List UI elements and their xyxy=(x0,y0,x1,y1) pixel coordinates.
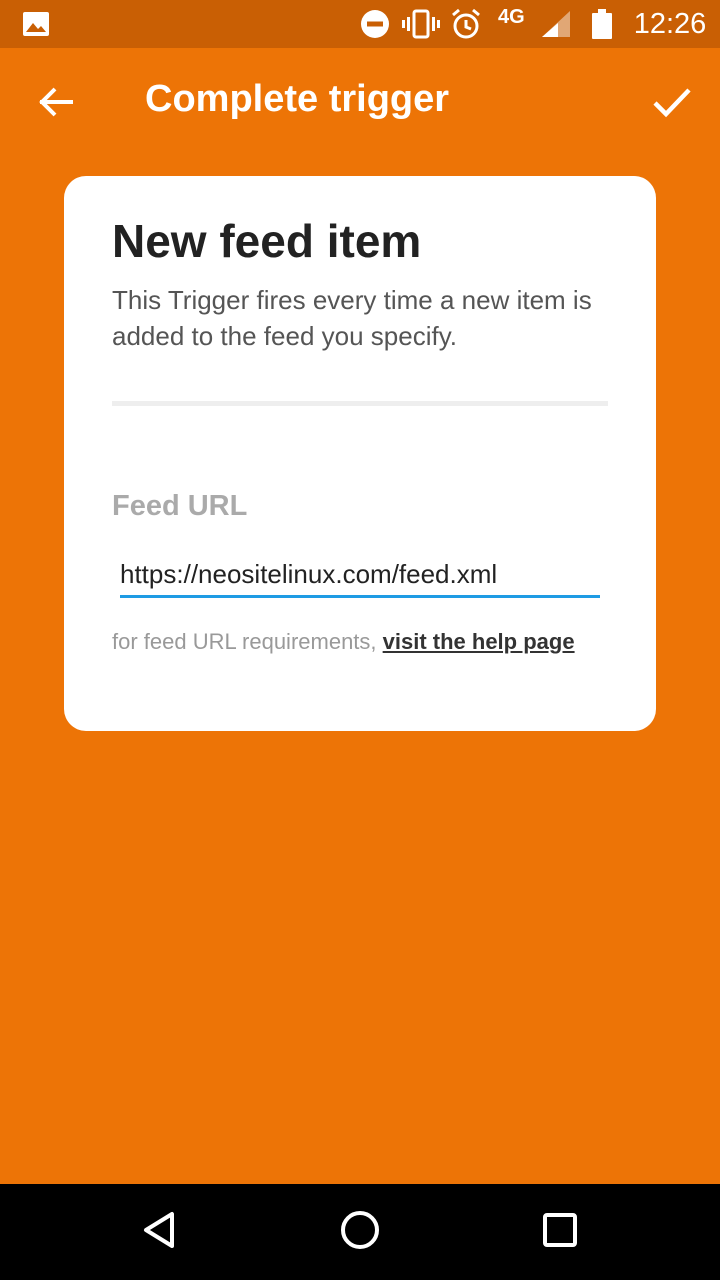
do-not-disturb-icon xyxy=(360,0,390,48)
vibrate-icon xyxy=(402,0,440,48)
network-type-label: 4G xyxy=(498,6,525,28)
feed-url-input[interactable] xyxy=(120,554,600,598)
help-page-link[interactable]: visit the help page xyxy=(383,629,575,654)
help-prefix: for feed URL requirements, xyxy=(112,629,383,654)
battery-icon xyxy=(590,0,614,48)
app-bar: Complete trigger xyxy=(0,48,720,160)
arrow-left-icon xyxy=(38,84,74,125)
signal-icon xyxy=(540,0,572,48)
recents-square-icon xyxy=(540,1210,580,1255)
checkmark-icon xyxy=(652,86,692,123)
trigger-heading: New feed item xyxy=(112,215,422,267)
feed-url-label: Feed URL xyxy=(112,490,248,522)
page-title: Complete trigger xyxy=(145,78,450,120)
back-button[interactable] xyxy=(24,72,88,136)
navigation-bar xyxy=(0,1184,720,1280)
nav-home-button[interactable] xyxy=(328,1200,392,1264)
nav-recents-button[interactable] xyxy=(528,1200,592,1264)
home-circle-icon xyxy=(340,1210,380,1255)
nav-back-button[interactable] xyxy=(128,1200,192,1264)
back-triangle-icon xyxy=(140,1210,180,1255)
trigger-description: This Trigger fires every time a new item… xyxy=(112,285,592,351)
help-text: for feed URL requirements, visit the hel… xyxy=(112,626,612,658)
divider xyxy=(112,401,608,406)
status-time: 12:26 xyxy=(633,7,707,40)
image-notification-icon xyxy=(22,0,50,48)
confirm-button[interactable] xyxy=(640,72,704,136)
trigger-card: New feed item This Trigger fires every t… xyxy=(64,176,656,731)
alarm-icon xyxy=(450,0,482,48)
status-bar: 4G 12:26 xyxy=(0,0,720,48)
